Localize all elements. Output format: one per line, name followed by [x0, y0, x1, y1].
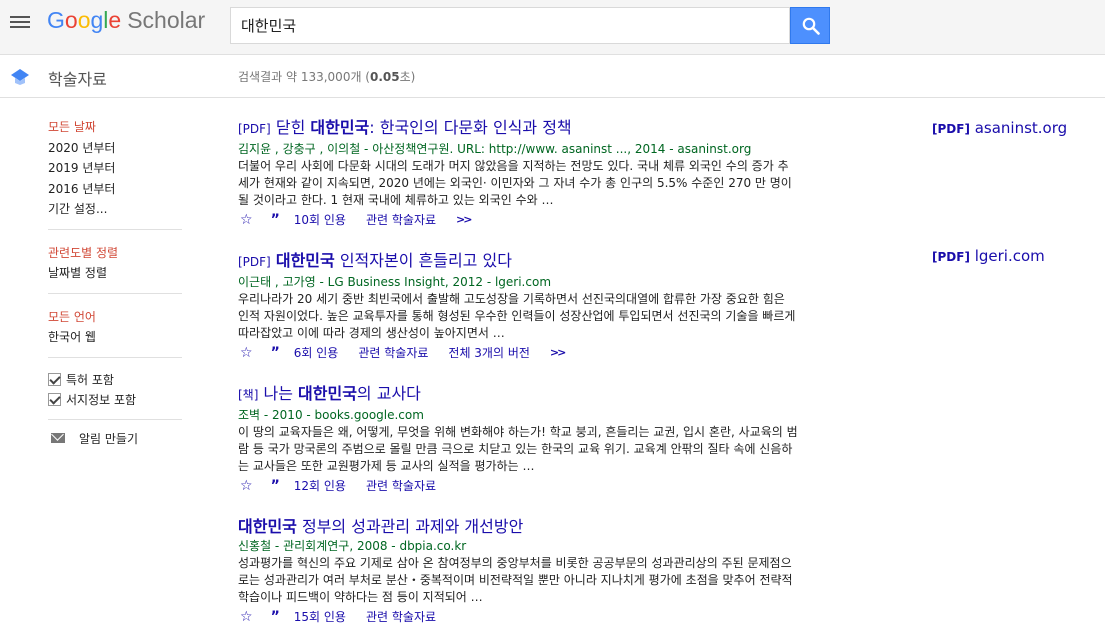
- top-bar: Google Scholar: [0, 0, 1105, 55]
- pdf-link-lgeri[interactable]: [PDF] lgeri.com: [932, 247, 1045, 265]
- language-any[interactable]: 모든 언어: [48, 307, 182, 328]
- result-item: [책] 나는 대한민국의 교사다 조벽 - 2010 - books.googl…: [238, 383, 798, 496]
- date-filter-2019[interactable]: 2019 년부터: [48, 158, 182, 179]
- search-icon: [802, 17, 820, 35]
- results-list: [PDF] 닫힌 대한민국: 한국인의 다문화 인식과 정책 김지윤 , 강충구…: [238, 117, 798, 629]
- cite-quote-icon[interactable]: ”: [271, 343, 280, 363]
- cited-by-link[interactable]: 10회 인용: [294, 210, 346, 230]
- date-filter-custom[interactable]: 기간 설정...: [48, 199, 182, 220]
- date-filter-any[interactable]: 모든 날짜: [48, 117, 182, 138]
- language-group: 모든 언어 한국어 웹: [48, 304, 182, 358]
- language-korean[interactable]: 한국어 웹: [48, 327, 182, 348]
- more-options-icon[interactable]: >>: [456, 210, 473, 230]
- cited-by-link[interactable]: 12회 인용: [294, 476, 346, 496]
- include-group: 특허 포함 서지정보 포함: [48, 368, 182, 420]
- cited-by-link[interactable]: 6회 인용: [294, 343, 339, 363]
- save-star-icon[interactable]: ☆: [240, 607, 253, 627]
- result-meta: 조벽 - 2010 - books.google.com: [238, 408, 424, 422]
- result-stats: 검색결과 약 133,000개 (0.05초): [238, 70, 416, 84]
- search-input[interactable]: [231, 8, 789, 43]
- search-box: [230, 7, 790, 44]
- date-filter-group: 모든 날짜 2020 년부터 2019 년부터 2016 년부터 기간 설정..…: [48, 117, 182, 230]
- save-star-icon[interactable]: ☆: [240, 343, 253, 363]
- result-actions: ☆ ” 12회 인용 관련 학술자료: [238, 476, 798, 496]
- result-meta: 김지윤 , 강충구 , 이의철 - 아산정책연구원. URL: http://w…: [238, 142, 752, 156]
- date-filter-2016[interactable]: 2016 년부터: [48, 179, 182, 200]
- hamburger-menu-icon[interactable]: [10, 13, 30, 33]
- result-snippet: 더불어 우리 사회에 다문화 시대의 도래가 머지 않았음을 지적하는 전망도 …: [238, 159, 792, 207]
- result-meta: 신홍철 - 관리회계연구, 2008 - dbpia.co.kr: [238, 539, 467, 553]
- cite-quote-icon[interactable]: ”: [271, 476, 280, 496]
- all-versions-link[interactable]: 전체 3개의 버전: [448, 343, 530, 363]
- related-articles-link[interactable]: 관련 학술자료: [366, 210, 436, 230]
- result-actions: ☆ ” 15회 인용 관련 학술자료: [238, 607, 798, 627]
- result-item: [PDF] 닫힌 대한민국: 한국인의 다문화 인식과 정책 김지윤 , 강충구…: [238, 117, 798, 230]
- save-star-icon[interactable]: ☆: [240, 476, 253, 496]
- result-actions: ☆ ” 6회 인용 관련 학술자료 전체 3개의 버전 >>: [238, 343, 798, 363]
- create-alert-button[interactable]: 알림 만들기: [48, 430, 182, 447]
- more-options-icon[interactable]: >>: [550, 343, 567, 363]
- result-snippet: 우리나라가 20 세기 중반 최빈국에서 출발해 고도성장을 기록하면서 선진국…: [238, 292, 796, 340]
- sub-header: 학술자료 검색결과 약 133,000개 (0.05초): [0, 55, 1105, 98]
- scholar-cap-icon: [11, 69, 29, 85]
- cite-quote-icon[interactable]: ”: [271, 607, 280, 627]
- sort-relevance[interactable]: 관련도별 정렬: [48, 243, 182, 264]
- result-meta: 이근태 , 고가영 - LG Business Insight, 2012 - …: [238, 275, 552, 289]
- result-title-link[interactable]: [책] 나는 대한민국의 교사다: [238, 383, 798, 406]
- result-title-link[interactable]: [PDF] 닫힌 대한민국: 한국인의 다문화 인식과 정책: [238, 117, 798, 140]
- result-item: 대한민국 정부의 성과관리 과제와 개선방안 신홍철 - 관리회계연구, 200…: [238, 516, 798, 627]
- checkbox-checked-icon: [48, 373, 61, 386]
- include-patents-checkbox[interactable]: 특허 포함: [48, 370, 182, 390]
- search-button[interactable]: [790, 7, 830, 44]
- save-star-icon[interactable]: ☆: [240, 210, 253, 230]
- date-filter-2020[interactable]: 2020 년부터: [48, 138, 182, 159]
- result-title-link[interactable]: 대한민국 정부의 성과관리 과제와 개선방안: [238, 516, 798, 537]
- mail-icon: [51, 433, 65, 443]
- include-citations-checkbox[interactable]: 서지정보 포함: [48, 390, 182, 410]
- result-title-link[interactable]: [PDF] 대한민국 인적자본이 흔들리고 있다: [238, 250, 798, 273]
- related-articles-link[interactable]: 관련 학술자료: [366, 607, 436, 627]
- sort-group: 관련도별 정렬 날짜별 정렬: [48, 240, 182, 294]
- section-title: 학술자료: [48, 70, 107, 89]
- sort-date[interactable]: 날짜별 정렬: [48, 263, 182, 284]
- pdf-link-asaninst[interactable]: [PDF] asaninst.org: [932, 119, 1067, 137]
- filter-sidebar: 모든 날짜 2020 년부터 2019 년부터 2016 년부터 기간 설정..…: [48, 117, 182, 447]
- result-snippet: 성과평가를 혁신의 주요 기제로 삼아 온 참여정부의 중앙부처를 비롯한 공공…: [238, 556, 793, 604]
- result-actions: ☆ ” 10회 인용 관련 학술자료 >>: [238, 210, 798, 230]
- result-item: [PDF] 대한민국 인적자본이 흔들리고 있다 이근태 , 고가영 - LG …: [238, 250, 798, 363]
- cited-by-link[interactable]: 15회 인용: [294, 607, 346, 627]
- related-articles-link[interactable]: 관련 학술자료: [366, 476, 436, 496]
- google-scholar-logo[interactable]: Google Scholar: [47, 7, 205, 34]
- cite-quote-icon[interactable]: ”: [271, 210, 280, 230]
- result-snippet: 이 땅의 교육자들은 왜, 어떻게, 무엇을 위해 변화해야 하는가! 학교 붕…: [238, 425, 798, 473]
- related-articles-link[interactable]: 관련 학술자료: [358, 343, 428, 363]
- checkbox-checked-icon: [48, 393, 61, 406]
